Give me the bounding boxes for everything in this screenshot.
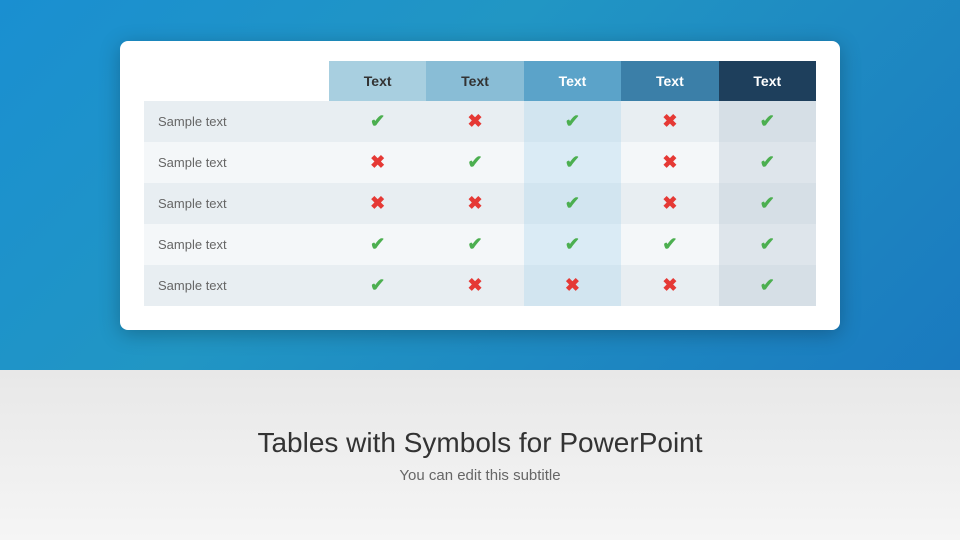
check-icon: ✔: [565, 193, 580, 213]
cell-0-3: ✖: [621, 101, 718, 142]
cell-4-2: ✖: [524, 265, 621, 306]
header-col-5: Text: [719, 61, 816, 101]
cell-1-1: ✔: [426, 142, 523, 183]
cell-3-1: ✔: [426, 224, 523, 265]
cell-2-0: ✖: [329, 183, 426, 224]
cross-icon: ✖: [370, 193, 385, 213]
cross-icon: ✖: [565, 275, 580, 295]
header-label-col: [144, 61, 329, 101]
cell-0-4: ✔: [719, 101, 816, 142]
subtitle: You can edit this subtitle: [399, 467, 560, 484]
cell-3-2: ✔: [524, 224, 621, 265]
cross-icon: ✖: [468, 111, 483, 131]
cross-icon: ✖: [662, 193, 677, 213]
check-icon: ✔: [370, 111, 385, 131]
cell-4-4: ✔: [719, 265, 816, 306]
cell-2-2: ✔: [524, 183, 621, 224]
header-col-3: Text: [524, 61, 621, 101]
check-icon: ✔: [565, 234, 580, 254]
bottom-section: Tables with Symbols for PowerPoint You c…: [0, 370, 960, 540]
cross-icon: ✖: [662, 111, 677, 131]
check-icon: ✔: [760, 152, 775, 172]
cell-0-2: ✔: [524, 101, 621, 142]
cell-2-1: ✖: [426, 183, 523, 224]
cell-1-0: ✖: [329, 142, 426, 183]
row-label: Sample text: [144, 265, 329, 306]
cross-icon: ✖: [370, 152, 385, 172]
header-col-4: Text: [621, 61, 718, 101]
check-icon: ✔: [370, 234, 385, 254]
row-label: Sample text: [144, 142, 329, 183]
cell-4-0: ✔: [329, 265, 426, 306]
check-icon: ✔: [760, 275, 775, 295]
table-header-row: Text Text Text Text Text: [144, 61, 816, 101]
row-label: Sample text: [144, 183, 329, 224]
header-col-2: Text: [426, 61, 523, 101]
cell-3-0: ✔: [329, 224, 426, 265]
cell-4-3: ✖: [621, 265, 718, 306]
row-label: Sample text: [144, 224, 329, 265]
table-row: Sample text ✖ ✖ ✔ ✖ ✔: [144, 183, 816, 224]
table-card: Text Text Text Text Text Sample text ✔ ✖ ✔ ✖…: [120, 41, 840, 330]
cross-icon: ✖: [662, 275, 677, 295]
cell-0-1: ✖: [426, 101, 523, 142]
cell-1-2: ✔: [524, 142, 621, 183]
cross-icon: ✖: [468, 275, 483, 295]
top-section: Text Text Text Text Text Sample text ✔ ✖ ✔ ✖…: [0, 0, 960, 370]
cross-icon: ✖: [468, 193, 483, 213]
cell-0-0: ✔: [329, 101, 426, 142]
check-icon: ✔: [760, 193, 775, 213]
cell-3-4: ✔: [719, 224, 816, 265]
check-icon: ✔: [662, 234, 677, 254]
check-icon: ✔: [760, 234, 775, 254]
comparison-table: Text Text Text Text Text Sample text ✔ ✖ ✔ ✖…: [144, 61, 816, 306]
table-row: Sample text ✔ ✔ ✔ ✔ ✔: [144, 224, 816, 265]
cross-icon: ✖: [662, 152, 677, 172]
cell-1-4: ✔: [719, 142, 816, 183]
check-icon: ✔: [370, 275, 385, 295]
table-row: Sample text ✖ ✔ ✔ ✖ ✔: [144, 142, 816, 183]
row-label: Sample text: [144, 101, 329, 142]
cell-2-4: ✔: [719, 183, 816, 224]
header-col-1: Text: [329, 61, 426, 101]
cell-2-3: ✖: [621, 183, 718, 224]
check-icon: ✔: [468, 234, 483, 254]
table-row: Sample text ✔ ✖ ✔ ✖ ✔: [144, 101, 816, 142]
cell-4-1: ✖: [426, 265, 523, 306]
cell-1-3: ✖: [621, 142, 718, 183]
check-icon: ✔: [760, 111, 775, 131]
table-row: Sample text ✔ ✖ ✖ ✖ ✔: [144, 265, 816, 306]
cell-3-3: ✔: [621, 224, 718, 265]
check-icon: ✔: [565, 152, 580, 172]
main-title: Tables with Symbols for PowerPoint: [257, 427, 702, 459]
check-icon: ✔: [565, 111, 580, 131]
check-icon: ✔: [468, 152, 483, 172]
